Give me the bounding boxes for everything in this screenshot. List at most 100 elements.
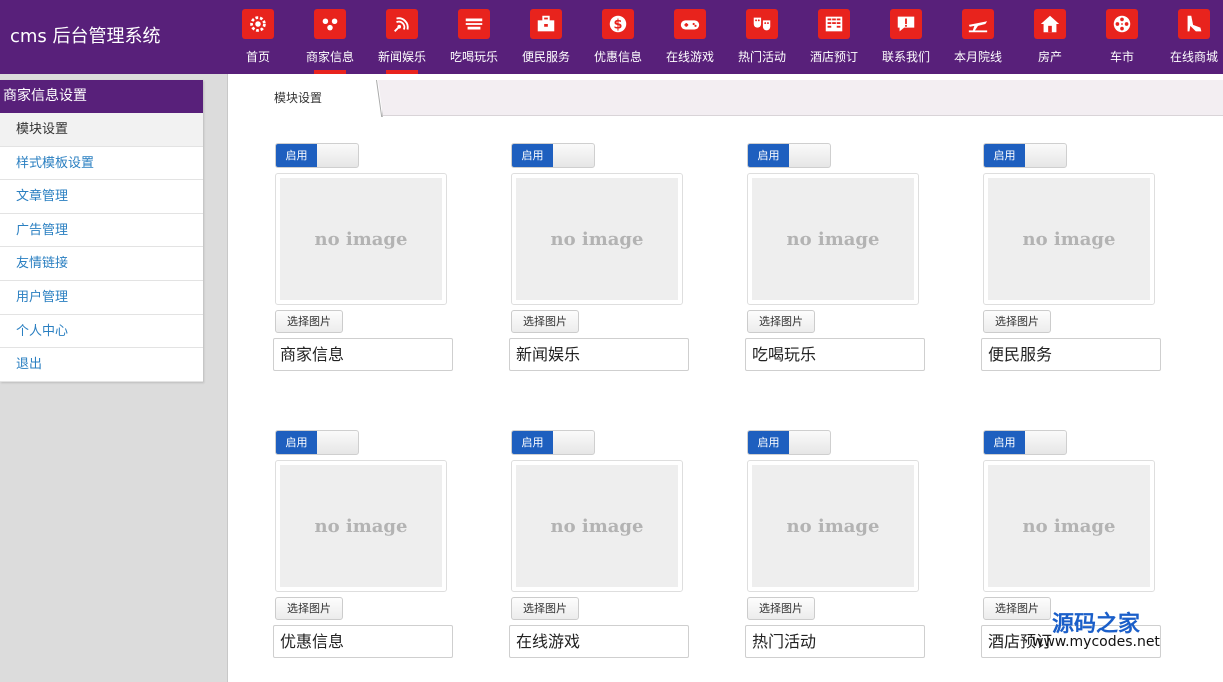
toggle-on-label: 启用 <box>512 431 553 454</box>
gear-icon <box>242 9 274 39</box>
nav-item-news[interactable]: 新闻娱乐 <box>366 0 438 74</box>
enable-toggle[interactable]: 启用 <box>983 143 1067 168</box>
watermark-url: www.mycodes.net <box>1032 634 1160 650</box>
module-card: 启用 no image 选择图片 吃喝玩乐 <box>745 143 927 375</box>
module-card: 启用 no image 选择图片 优惠信息 <box>273 430 455 662</box>
no-image-placeholder: no image <box>280 178 442 300</box>
nav-label: 商家信息 <box>305 50 354 64</box>
sidebar-item-module-settings[interactable]: 模块设置 <box>0 113 203 147</box>
nav-label: 吃喝玩乐 <box>449 50 498 64</box>
no-image-placeholder: no image <box>516 178 678 300</box>
nav-item-cinema[interactable]: 本月院线 <box>942 0 1014 74</box>
sidebar-item-users[interactable]: 用户管理 <box>0 281 203 315</box>
choose-image-button[interactable]: 选择图片 <box>275 310 343 333</box>
choose-image-button[interactable]: 选择图片 <box>747 310 815 333</box>
nav-item-discount[interactable]: $ 优惠信息 <box>582 0 654 74</box>
module-name-input[interactable]: 在线游戏 <box>509 625 689 658</box>
gamepad-icon <box>674 9 706 39</box>
masks-icon <box>746 9 778 39</box>
toggle-on-label: 启用 <box>748 144 789 167</box>
building-icon <box>818 9 850 39</box>
choose-image-button[interactable]: 选择图片 <box>747 597 815 620</box>
module-card: 启用 no image 选择图片 便民服务 <box>981 143 1163 375</box>
main-content: 模块设置 启用 no image 选择图片 商家信息 启用 no image 选… <box>228 74 1223 682</box>
enable-toggle[interactable]: 启用 <box>983 430 1067 455</box>
shoe-icon <box>1178 9 1210 39</box>
image-preview: no image <box>511 173 683 305</box>
enable-toggle[interactable]: 启用 <box>747 430 831 455</box>
image-preview: no image <box>747 173 919 305</box>
tab-module-settings[interactable]: 模块设置 <box>228 80 383 117</box>
enable-toggle[interactable]: 启用 <box>511 143 595 168</box>
nav-label: 热门活动 <box>737 50 786 64</box>
choose-image-button[interactable]: 选择图片 <box>983 310 1051 333</box>
image-preview: no image <box>275 460 447 592</box>
sidebar-item-links[interactable]: 友情链接 <box>0 247 203 281</box>
image-preview: no image <box>747 460 919 592</box>
plane-icon <box>962 9 994 39</box>
no-image-placeholder: no image <box>752 465 914 587</box>
nav-item-merchant[interactable]: 商家信息 <box>294 0 366 74</box>
module-name-input[interactable]: 热门活动 <box>745 625 925 658</box>
image-preview: no image <box>983 173 1155 305</box>
people-icon <box>314 9 346 39</box>
nav-item-hotel[interactable]: 酒店预订 <box>798 0 870 74</box>
enable-toggle[interactable]: 启用 <box>275 430 359 455</box>
sidebar-menu: 商家信息设置 模块设置 样式模板设置 文章管理 广告管理 友情链接 用户管理 个… <box>0 80 203 382</box>
nav-item-service[interactable]: 便民服务 <box>510 0 582 74</box>
no-image-placeholder: no image <box>752 178 914 300</box>
nav-label: 便民服务 <box>521 50 570 64</box>
module-card: 启用 no image 选择图片 商家信息 <box>273 143 455 375</box>
enable-toggle[interactable]: 启用 <box>747 143 831 168</box>
enable-toggle[interactable]: 启用 <box>511 430 595 455</box>
module-name-input[interactable]: 便民服务 <box>981 338 1161 371</box>
nav-label: 新闻娱乐 <box>377 50 426 64</box>
nav-item-cars[interactable]: 车市 <box>1086 0 1158 74</box>
nav-item-contact[interactable]: 联系我们 <box>870 0 942 74</box>
sidebar-title: 商家信息设置 <box>0 80 203 113</box>
sidebar-item-articles[interactable]: 文章管理 <box>0 180 203 214</box>
nav-label: 首页 <box>245 50 270 64</box>
nav-item-home[interactable]: 首页 <box>222 0 294 74</box>
module-name-input[interactable]: 商家信息 <box>273 338 453 371</box>
sidebar-item-logout[interactable]: 退出 <box>0 348 203 382</box>
top-header: cms 后台管理系统 首页 商家信息 新闻娱乐 吃喝玩乐 便民服务 $ 优惠信息… <box>0 0 1223 74</box>
top-nav: 首页 商家信息 新闻娱乐 吃喝玩乐 便民服务 $ 优惠信息 在线游戏 热门活动 … <box>222 0 1223 74</box>
nav-item-mall[interactable]: 在线商城 <box>1158 0 1223 74</box>
choose-image-button[interactable]: 选择图片 <box>511 597 579 620</box>
nav-label: 优惠信息 <box>593 50 642 64</box>
toggle-on-label: 启用 <box>748 431 789 454</box>
film-reel-icon <box>1106 9 1138 39</box>
nav-label: 车市 <box>1109 50 1134 64</box>
module-name-input[interactable]: 新闻娱乐 <box>509 338 689 371</box>
app-title: cms 后台管理系统 <box>10 26 161 47</box>
svg-text:$: $ <box>614 18 623 33</box>
message-icon <box>890 9 922 39</box>
satellite-icon <box>386 9 418 39</box>
image-preview: no image <box>983 460 1155 592</box>
nav-item-events[interactable]: 热门活动 <box>726 0 798 74</box>
choose-image-button[interactable]: 选择图片 <box>275 597 343 620</box>
sidebar-item-ads[interactable]: 广告管理 <box>0 214 203 248</box>
module-name-input[interactable]: 优惠信息 <box>273 625 453 658</box>
nav-label: 在线商城 <box>1169 50 1218 64</box>
choose-image-button[interactable]: 选择图片 <box>511 310 579 333</box>
no-image-placeholder: no image <box>988 465 1150 587</box>
module-card: 启用 no image 选择图片 热门活动 <box>745 430 927 662</box>
no-image-placeholder: no image <box>280 465 442 587</box>
nav-item-property[interactable]: 房产 <box>1014 0 1086 74</box>
nav-label: 在线游戏 <box>665 50 714 64</box>
sidebar-item-profile[interactable]: 个人中心 <box>0 315 203 349</box>
enable-toggle[interactable]: 启用 <box>275 143 359 168</box>
module-name-input[interactable]: 吃喝玩乐 <box>745 338 925 371</box>
site-watermark: 源码之家 www.mycodes.net <box>1032 606 1182 656</box>
nav-item-games[interactable]: 在线游戏 <box>654 0 726 74</box>
no-image-placeholder: no image <box>988 178 1150 300</box>
nav-label: 房产 <box>1037 50 1062 64</box>
toggle-on-label: 启用 <box>276 144 317 167</box>
nav-item-food[interactable]: 吃喝玩乐 <box>438 0 510 74</box>
toggle-on-label: 启用 <box>276 431 317 454</box>
sidebar-item-template-settings[interactable]: 样式模板设置 <box>0 147 203 181</box>
no-image-placeholder: no image <box>516 465 678 587</box>
nav-label: 本月院线 <box>953 50 1002 64</box>
